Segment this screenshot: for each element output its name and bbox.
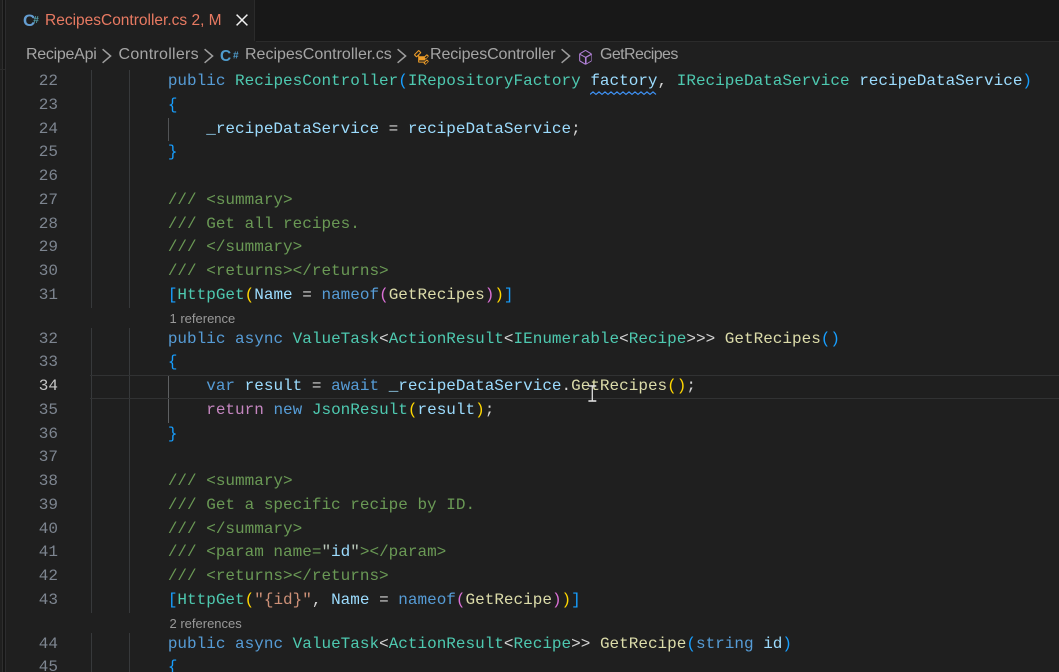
svg-text:#: # — [33, 15, 39, 26]
svg-text:C: C — [220, 48, 231, 64]
svg-text:#: # — [233, 51, 239, 62]
